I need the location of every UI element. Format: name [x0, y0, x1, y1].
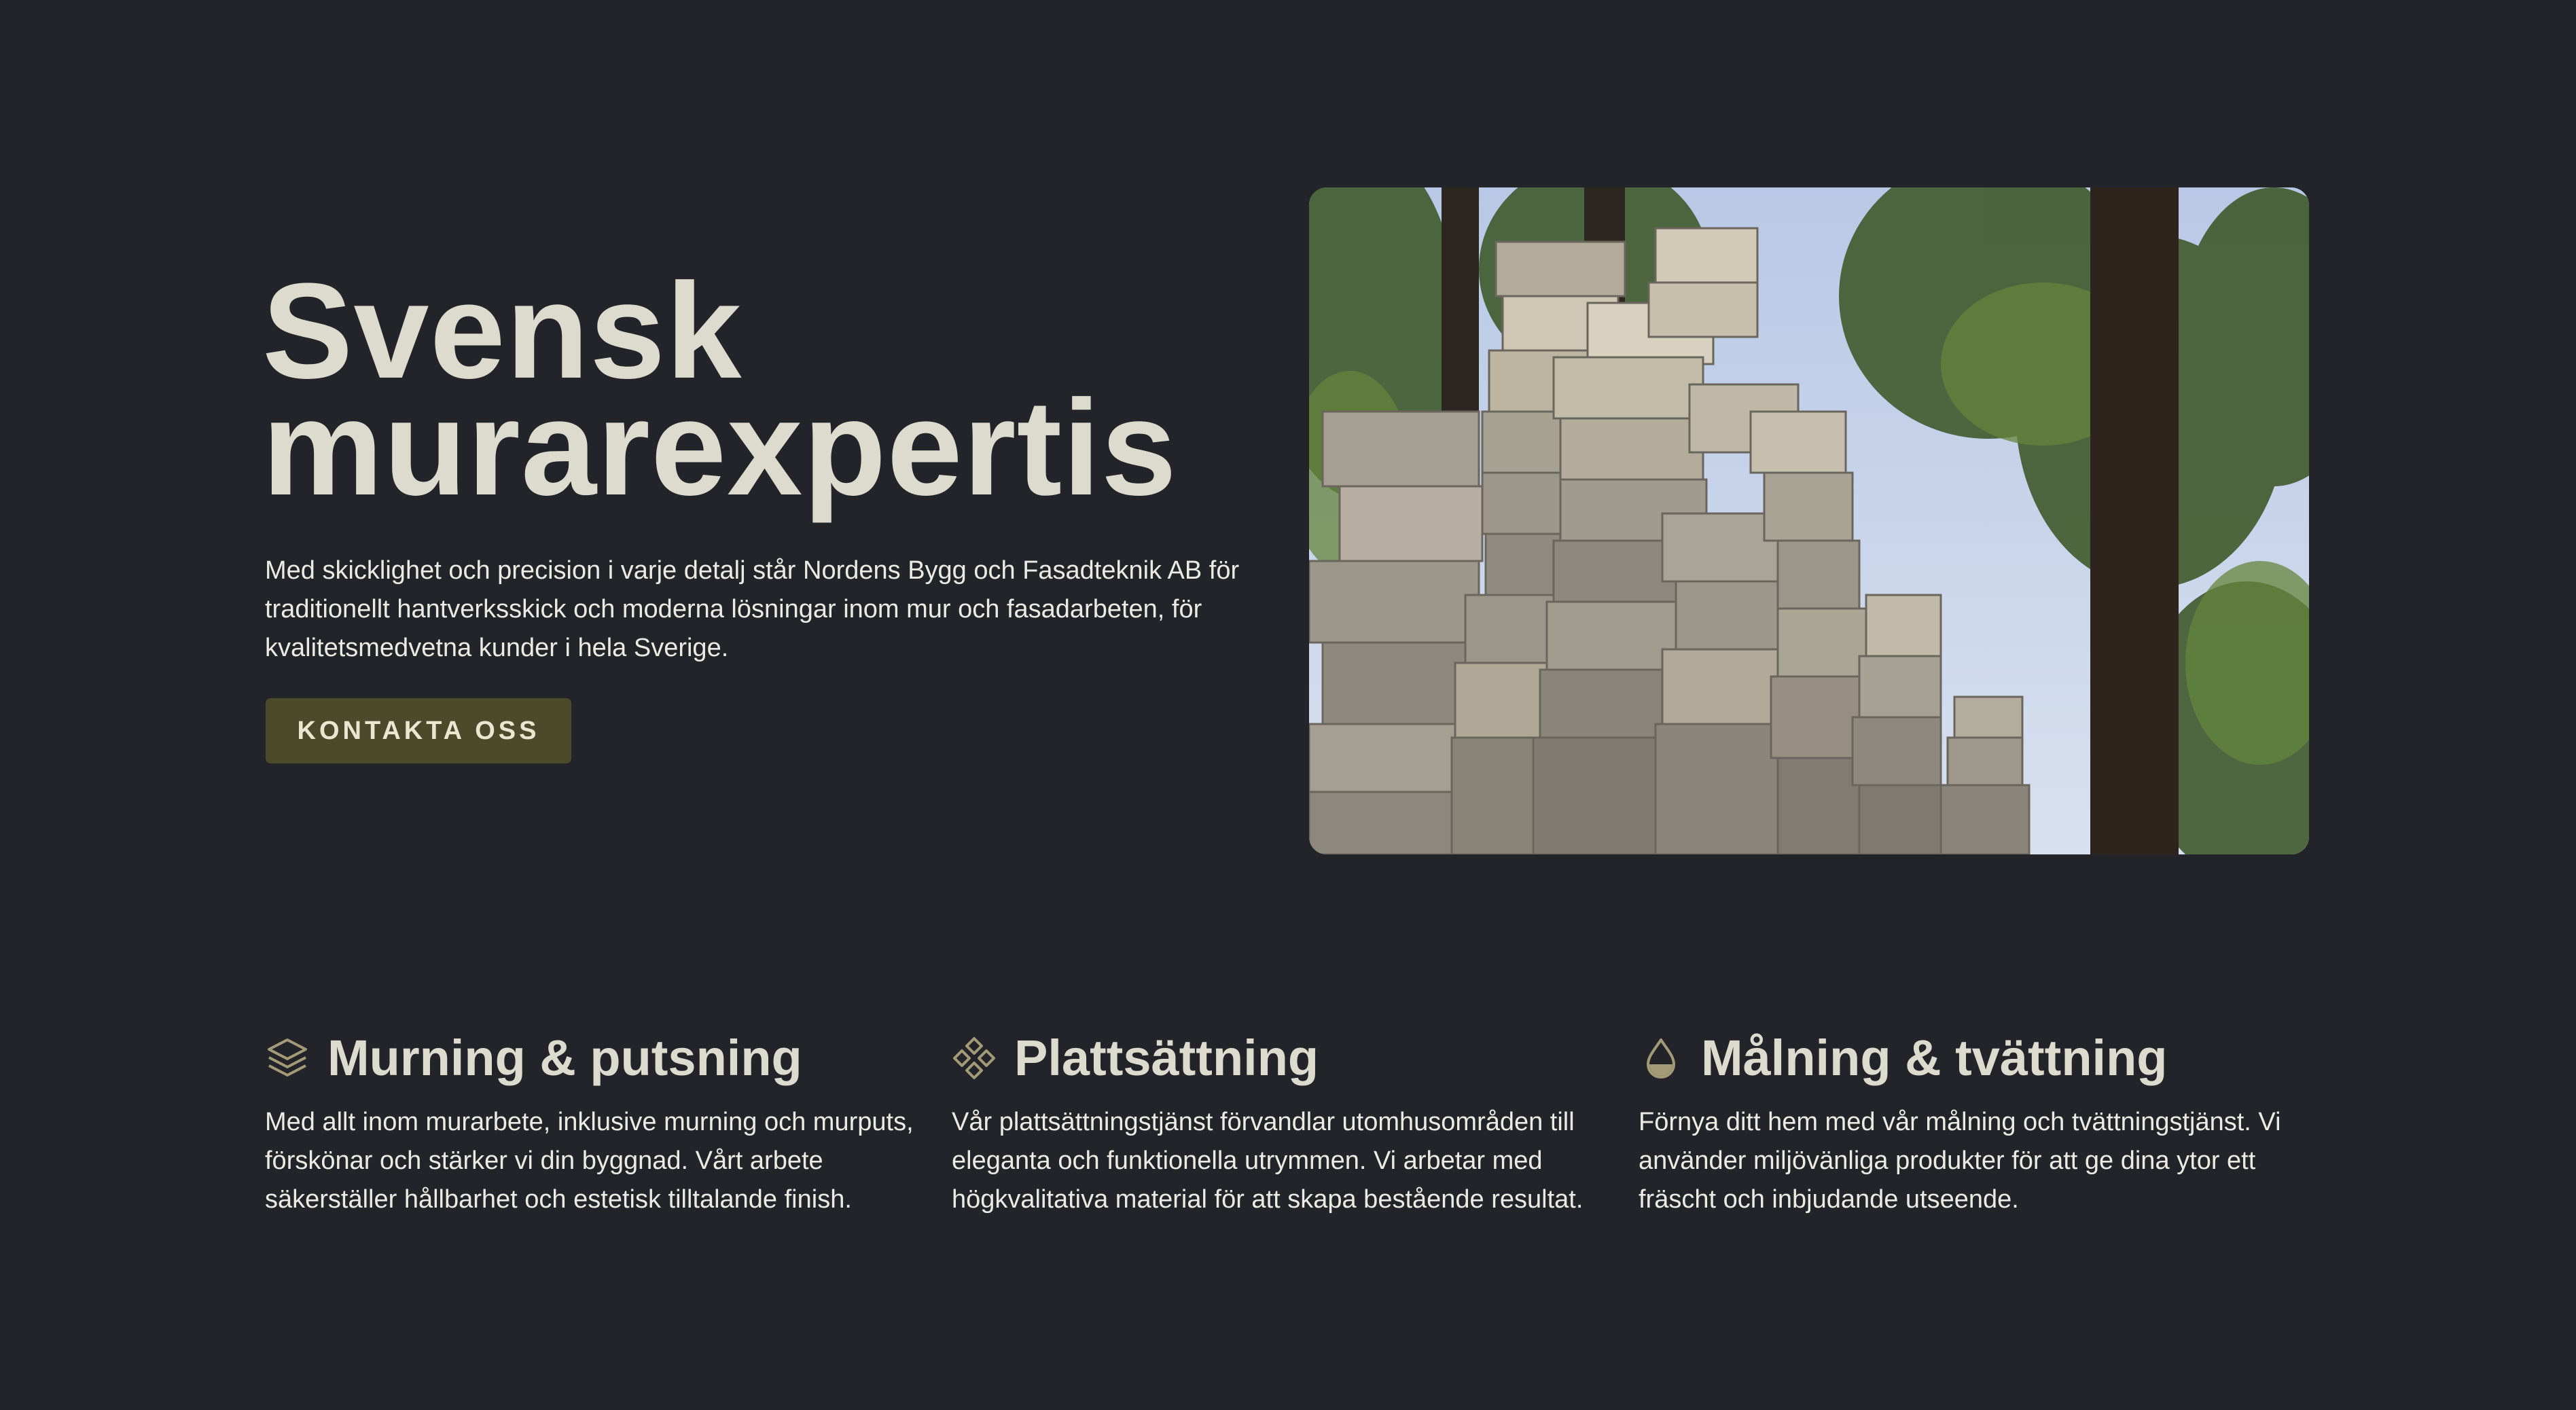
hero-title-line2: murarexpertis: [262, 372, 1177, 524]
hero-description: Med skicklighet och precision i varje de…: [265, 556, 1240, 662]
service-card-malning: Målning & tvättning Förnya ditt hem med …: [1639, 1024, 2304, 1219]
service-description: Med allt inom murarbete, inklusive murni…: [265, 1108, 914, 1214]
service-header: Målning & tvättning: [1639, 1024, 2304, 1092]
contact-button[interactable]: KONTAKTA OSS: [266, 698, 571, 763]
service-title: Målning & tvättning: [1701, 1030, 2168, 1086]
droplet-icon: [1639, 1036, 1683, 1081]
hero-title: Svensk murarexpertis: [262, 264, 1322, 516]
service-card-murning: Murning & putsning Med allt inom murarbe…: [265, 1024, 931, 1219]
service-title: Murning & putsning: [327, 1030, 802, 1086]
layers-icon: [265, 1036, 310, 1081]
service-header: Plattsättning: [952, 1024, 1617, 1092]
service-title: Plattsättning: [1014, 1030, 1319, 1086]
service-description: Förnya ditt hem med vår målning och tvät…: [1639, 1108, 2281, 1214]
tiles-diamond-icon: [952, 1036, 997, 1081]
service-card-plattsattning: Plattsättning Vår plattsättningstjänst f…: [952, 1024, 1617, 1219]
stacked-bricks-photo: [1309, 187, 2309, 854]
service-description: Vår plattsättningstjänst förvandlar utom…: [952, 1108, 1584, 1214]
hero-image: [1309, 187, 2309, 854]
service-header: Murning & putsning: [265, 1024, 931, 1092]
